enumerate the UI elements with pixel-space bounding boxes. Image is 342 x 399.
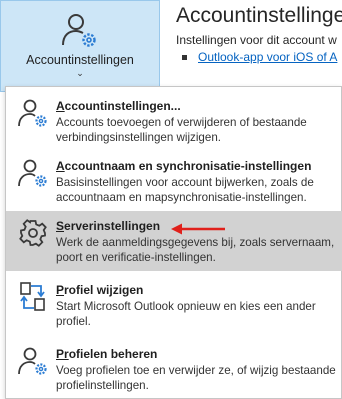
red-arrow-icon bbox=[171, 223, 225, 235]
menu-item-account-name-sync[interactable]: Accountnaam en synchronisatie-instelling… bbox=[6, 151, 342, 209]
menu-item-title: Profielen beheren bbox=[56, 347, 158, 361]
menu-item-change-profile[interactable]: Profiel wijzigen Start Microsoft Outlook… bbox=[6, 275, 342, 337]
account-settings-ribbon-button[interactable]: Accountinstellingen ⌄ bbox=[0, 0, 160, 92]
bullet-icon bbox=[182, 55, 187, 61]
mobile-app-bullet: Outlook-app voor iOS of A bbox=[182, 50, 337, 64]
menu-item-title: Accountinstellingen... bbox=[56, 99, 181, 113]
menu-item-description: Accounts toevoegen of verwijderen of bes… bbox=[56, 116, 307, 144]
account-settings-menu: Accountinstellingen... Accounts toevoege… bbox=[5, 86, 342, 399]
menu-item-description: Werk de aanmeldingsgegevens bij, zoals s… bbox=[56, 236, 335, 264]
profile-switch-icon bbox=[20, 282, 45, 311]
person-gear-icon bbox=[62, 14, 96, 47]
menu-item-title: Serverinstellingen bbox=[56, 219, 161, 233]
menu-item-description: Voeg profielen toe en verwijder ze, of w… bbox=[56, 364, 336, 392]
person-gear-icon bbox=[18, 159, 47, 187]
menu-item-title: Accountnaam en synchronisatie-instelling… bbox=[56, 159, 312, 173]
mobile-app-link[interactable]: Outlook-app voor iOS of A bbox=[198, 50, 337, 64]
menu-item-description: Basisinstellingen voor account bijwerken… bbox=[56, 176, 314, 204]
menu-item-account-settings[interactable]: Accountinstellingen... Accounts toevoege… bbox=[6, 91, 342, 151]
page-title: Accountinstellingen bbox=[176, 4, 342, 27]
account-settings-label: Accountinstellingen bbox=[26, 53, 134, 67]
menu-item-manage-profiles[interactable]: Profielen beheren Voeg profielen toe en … bbox=[6, 339, 342, 399]
person-gear-icon bbox=[18, 347, 47, 375]
menu-item-title: Profiel wijzigen bbox=[56, 283, 144, 297]
chevron-down-icon: ⌄ bbox=[76, 68, 84, 78]
page-description: Instellingen voor dit account w bbox=[176, 33, 337, 47]
menu-item-server-settings[interactable]: Serverinstellingen Werk de aanmeldingsge… bbox=[6, 211, 342, 271]
gear-icon bbox=[19, 219, 47, 247]
person-gear-icon bbox=[18, 99, 47, 127]
menu-item-description: Start Microsoft Outlook opnieuw en kies … bbox=[56, 300, 316, 328]
